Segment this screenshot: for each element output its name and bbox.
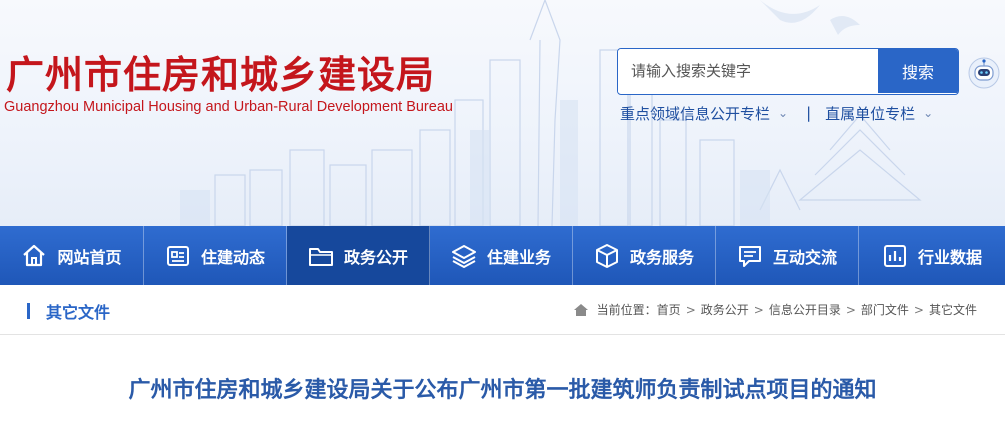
nav-item-label: 互动交流 xyxy=(772,247,837,267)
nav-item-interaction[interactable]: 互动交流 xyxy=(716,226,859,285)
nav-item-label: 网站首页 xyxy=(57,247,122,267)
site-subtitle: Guangzhou Municipal Housing and Urban-Ru… xyxy=(4,99,453,115)
quick-link-key-areas[interactable]: 重点领域信息公开专栏 ⌄ xyxy=(620,103,788,124)
home-icon xyxy=(573,303,588,316)
quick-links: 重点领域信息公开专栏 ⌄ | 直属单位专栏 ⌄ xyxy=(620,102,933,124)
breadcrumb-separator: > xyxy=(685,302,696,317)
chevron-down-icon: ⌄ xyxy=(778,106,789,120)
main-nav: 网站首页 住建动态 政务公开 住建业务 政务服务 互动交流 行业数据 xyxy=(0,226,1005,285)
section-marker xyxy=(27,303,30,319)
search-box: 搜索 xyxy=(617,48,959,95)
breadcrumb-item-government-affairs[interactable]: 政务公开 xyxy=(701,301,749,318)
nav-item-label: 政务公开 xyxy=(343,247,408,267)
breadcrumb-prefix: 当前位置： xyxy=(596,303,657,317)
robot-assistant-icon[interactable] xyxy=(966,54,1002,90)
article-title: 广州市住房和城乡建设局关于公布广州市第一批建筑师负责制试点项目的通知 xyxy=(128,378,877,403)
chevron-down-icon: ⌄ xyxy=(923,106,934,120)
breadcrumb-separator: > xyxy=(913,302,924,317)
nav-item-label: 住建业务 xyxy=(486,247,551,267)
nav-item-government-affairs[interactable]: 政务公开 xyxy=(287,226,430,285)
nav-item-label: 住建动态 xyxy=(200,247,265,267)
cube-icon xyxy=(595,243,618,268)
breadcrumb: 当前位置： 首页 > 政务公开 > 信息公开目录 > 部门文件 > 其它文件 xyxy=(573,301,977,318)
nav-item-label: 行业数据 xyxy=(917,247,982,267)
breadcrumb-item-department-files[interactable]: 部门文件 xyxy=(861,301,909,318)
layers-icon xyxy=(451,244,476,268)
nav-item-home[interactable]: 网站首页 xyxy=(0,226,144,285)
nav-item-government-services[interactable]: 政务服务 xyxy=(573,226,716,285)
search-input[interactable] xyxy=(618,49,880,93)
quick-link-label: 直属单位专栏 xyxy=(825,104,916,123)
section-header: 其它文件 当前位置： 首页 > 政务公开 > 信息公开目录 > 部门文件 > 其… xyxy=(0,285,1005,335)
news-icon xyxy=(166,245,189,266)
chart-icon xyxy=(883,244,906,267)
search-button[interactable]: 搜索 xyxy=(878,49,958,93)
site-header: 广州市住房和城乡建设局 Guangzhou Municipal Housing … xyxy=(0,0,1005,226)
breadcrumb-separator: > xyxy=(845,302,856,317)
nav-item-label: 政务服务 xyxy=(629,247,694,267)
breadcrumb-item-home[interactable]: 首页 xyxy=(657,301,681,318)
folder-icon xyxy=(308,247,333,266)
breadcrumb-item-catalog[interactable]: 信息公开目录 xyxy=(769,301,841,318)
nav-item-news[interactable]: 住建动态 xyxy=(144,226,287,285)
site-title: 广州市住房和城乡建设局 xyxy=(6,53,436,97)
breadcrumb-item-current: 其它文件 xyxy=(928,303,977,317)
quick-link-affiliated-units[interactable]: 直属单位专栏 ⌄ xyxy=(825,103,933,124)
chat-icon xyxy=(738,245,761,267)
quick-link-label: 重点领域信息公开专栏 xyxy=(620,104,771,123)
breadcrumb-separator: > xyxy=(753,302,764,317)
nav-item-construction-business[interactable]: 住建业务 xyxy=(430,226,573,285)
section-title: 其它文件 xyxy=(46,303,111,322)
home-icon xyxy=(23,244,46,266)
quick-links-separator: | xyxy=(806,104,812,122)
nav-item-industry-data[interactable]: 行业数据 xyxy=(859,226,1005,285)
